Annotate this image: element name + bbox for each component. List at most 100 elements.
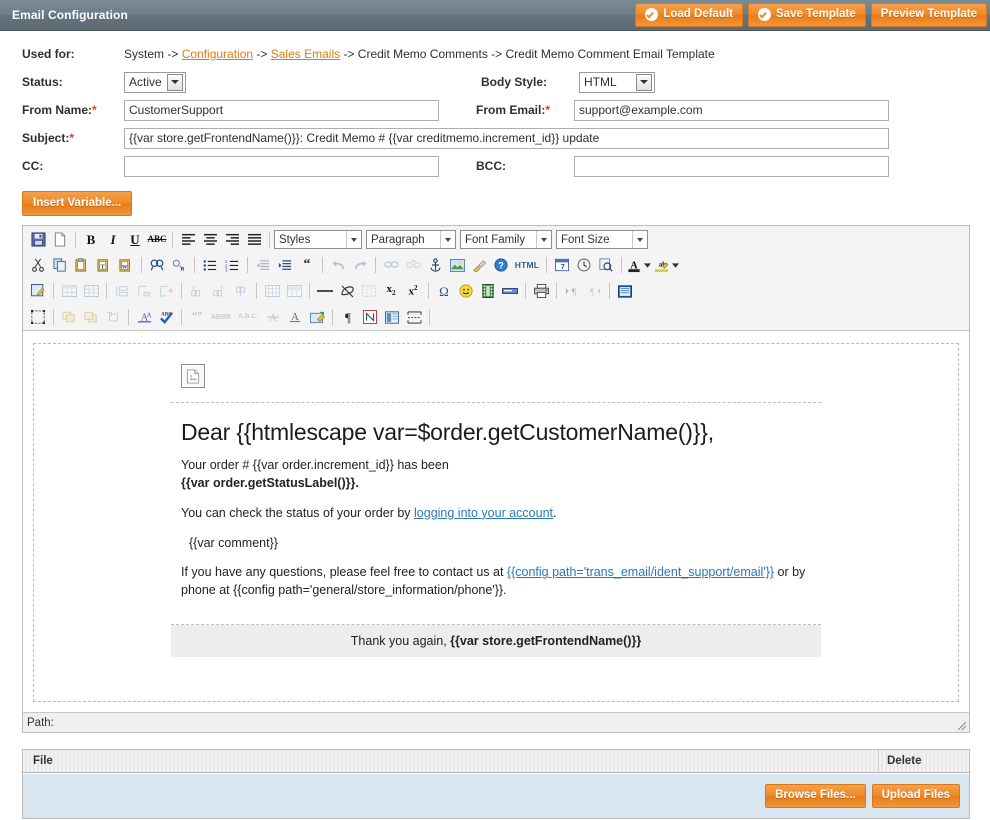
- cleanup-icon[interactable]: [468, 254, 490, 276]
- editor-canvas[interactable]: Dear {{htmlescape var=$order.getCustomer…: [23, 330, 969, 712]
- move-backward-icon[interactable]: [80, 306, 102, 328]
- anchor-icon[interactable]: [424, 254, 446, 276]
- background-color-icon[interactable]: ab: [653, 254, 670, 276]
- insert-column-after-icon[interactable]: [230, 280, 252, 302]
- bold-icon[interactable]: B: [80, 229, 102, 251]
- delete-text-icon[interactable]: A: [262, 306, 284, 328]
- align-center-icon[interactable]: [199, 229, 221, 251]
- print-icon[interactable]: [530, 280, 552, 302]
- cc-input[interactable]: [124, 155, 439, 177]
- html-source-icon[interactable]: HTML: [512, 254, 542, 276]
- upload-files-button[interactable]: Upload Files: [871, 784, 960, 808]
- delete-row-icon[interactable]: [186, 280, 208, 302]
- new-document-icon[interactable]: [49, 229, 71, 251]
- horizontal-rule-icon[interactable]: [314, 280, 336, 302]
- paragraph-select[interactable]: Paragraph: [366, 230, 456, 249]
- save-template-button[interactable]: Save Template: [748, 3, 866, 27]
- load-default-button[interactable]: Load Default: [635, 3, 743, 27]
- paste-word-icon[interactable]: W: [115, 254, 137, 276]
- find-replace-icon[interactable]: B: [168, 254, 190, 276]
- blockquote-icon[interactable]: “: [296, 254, 318, 276]
- visual-aid-icon[interactable]: [358, 280, 380, 302]
- cut-icon[interactable]: [27, 254, 49, 276]
- insert-row-before-icon[interactable]: [133, 280, 155, 302]
- preview-icon[interactable]: [595, 254, 617, 276]
- edit-css-icon[interactable]: [27, 280, 49, 302]
- link-icon[interactable]: [380, 254, 402, 276]
- chevron-down-icon[interactable]: [670, 254, 681, 276]
- row-properties-icon[interactable]: [111, 280, 133, 302]
- align-justify-icon[interactable]: [243, 229, 265, 251]
- fullscreen-icon[interactable]: [614, 280, 636, 302]
- layer-icon[interactable]: [381, 306, 403, 328]
- insert-image-icon[interactable]: [446, 254, 468, 276]
- help-icon[interactable]: ?: [490, 254, 512, 276]
- media-icon[interactable]: [477, 280, 499, 302]
- support-email-link[interactable]: {{config path='trans_email/ident_support…: [507, 565, 774, 579]
- insert-time-icon[interactable]: [573, 254, 595, 276]
- from-email-input[interactable]: [574, 99, 889, 121]
- insert-row-after-icon[interactable]: [155, 280, 177, 302]
- text-color-icon[interactable]: A: [626, 254, 642, 276]
- attributes-icon[interactable]: [306, 306, 328, 328]
- save-icon[interactable]: [27, 229, 49, 251]
- font-size-select[interactable]: Font Size: [556, 230, 648, 249]
- superscript-icon[interactable]: x2: [402, 280, 424, 302]
- breadcrumb-link-sales-emails[interactable]: Sales Emails: [271, 47, 340, 61]
- status-select[interactable]: Active: [124, 71, 186, 93]
- bcc-input[interactable]: [574, 155, 889, 177]
- from-name-input[interactable]: [124, 99, 439, 121]
- insert-column-before-icon[interactable]: [208, 280, 230, 302]
- merge-cell-icon[interactable]: [283, 280, 305, 302]
- italic-icon[interactable]: I: [102, 229, 124, 251]
- strikethrough-icon[interactable]: ABC: [146, 229, 168, 251]
- citation-icon[interactable]: “”: [186, 306, 208, 328]
- nonbreaking-icon[interactable]: [359, 306, 381, 328]
- select-all-icon[interactable]: [27, 306, 49, 328]
- table-properties-icon[interactable]: [80, 280, 102, 302]
- browse-files-button[interactable]: Browse Files...: [765, 784, 866, 808]
- align-left-icon[interactable]: [177, 229, 199, 251]
- rtl-icon[interactable]: ¶: [583, 280, 605, 302]
- paste-icon[interactable]: [71, 254, 93, 276]
- remove-format-icon[interactable]: [336, 280, 358, 302]
- paste-text-icon[interactable]: T: [93, 254, 115, 276]
- show-invisible-icon[interactable]: ¶: [337, 306, 359, 328]
- breadcrumb-link-configuration[interactable]: Configuration: [182, 47, 253, 61]
- subject-input[interactable]: [124, 127, 889, 149]
- underline-icon[interactable]: U: [124, 229, 146, 251]
- insert-text-icon[interactable]: A: [284, 306, 306, 328]
- page-break-icon[interactable]: [499, 280, 521, 302]
- chevron-down-icon[interactable]: [642, 254, 653, 276]
- unlink-icon[interactable]: [402, 254, 424, 276]
- style-props-icon[interactable]: AA: [133, 306, 155, 328]
- styles-select[interactable]: Styles: [274, 230, 362, 249]
- abbreviation-icon[interactable]: ABBR: [208, 306, 234, 328]
- acronym-icon[interactable]: A.B.C.: [234, 306, 262, 328]
- subscript-icon[interactable]: x2: [380, 280, 402, 302]
- font-family-select[interactable]: Font Family: [460, 230, 552, 249]
- undo-icon[interactable]: [327, 254, 349, 276]
- insert-date-icon[interactable]: 7: [551, 254, 573, 276]
- insert-variable-button[interactable]: Insert Variable...: [22, 191, 133, 216]
- absolute-position-icon[interactable]: [102, 306, 124, 328]
- preview-template-button[interactable]: Preview Template: [870, 3, 987, 27]
- editor-resize-handle[interactable]: [953, 717, 967, 731]
- editor-canvas-inner[interactable]: Dear {{htmlescape var=$order.getCustomer…: [33, 343, 959, 702]
- numbered-list-icon[interactable]: 123: [221, 254, 243, 276]
- move-forward-icon[interactable]: [58, 306, 80, 328]
- outdent-icon[interactable]: [252, 254, 274, 276]
- copy-icon[interactable]: [49, 254, 71, 276]
- redo-icon[interactable]: [349, 254, 371, 276]
- insert-table-icon[interactable]: [58, 280, 80, 302]
- split-cell-icon[interactable]: [261, 280, 283, 302]
- find-icon[interactable]: [146, 254, 168, 276]
- bullet-list-icon[interactable]: [199, 254, 221, 276]
- special-char-icon[interactable]: Ω: [433, 280, 455, 302]
- align-right-icon[interactable]: [221, 229, 243, 251]
- page-break-line-icon[interactable]: [403, 306, 425, 328]
- body-style-select[interactable]: HTML: [579, 71, 655, 93]
- login-account-link[interactable]: logging into your account: [414, 506, 553, 520]
- spellcheck-icon[interactable]: ABC: [155, 306, 177, 328]
- ltr-icon[interactable]: ¶: [561, 280, 583, 302]
